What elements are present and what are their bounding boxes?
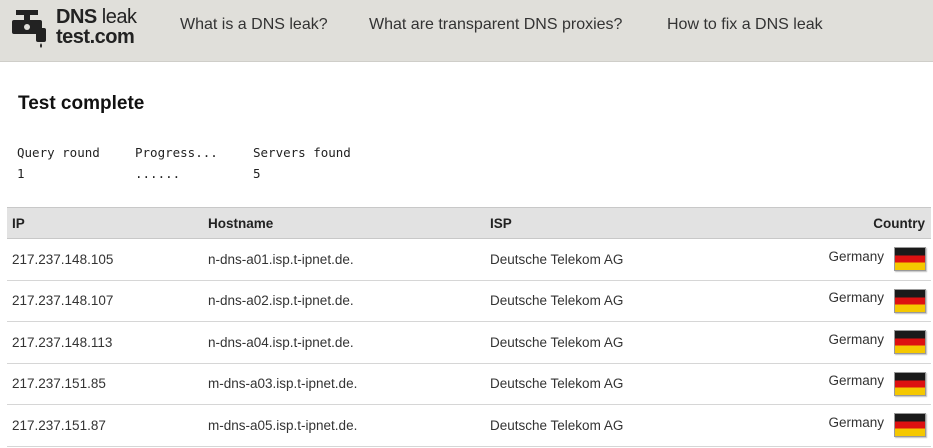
cell-ip: 217.237.148.113 <box>7 321 203 364</box>
cell-ip: 217.237.148.105 <box>7 238 203 281</box>
stat-value: ...... <box>135 166 181 181</box>
cell-country: Germany <box>785 363 931 405</box>
cell-hostname: m-dns-a03.isp.t-ipnet.de. <box>203 363 485 405</box>
table-row: 217.237.148.105 n-dns-a01.isp.t-ipnet.de… <box>7 238 931 281</box>
cell-isp: Deutsche Telekom AG <box>485 404 785 447</box>
germany-flag-icon <box>894 247 926 272</box>
stat-label: Progress... <box>135 145 218 160</box>
results-table: IP Hostname ISP Country 217.237.148.105 … <box>7 207 931 447</box>
cell-hostname: n-dns-a04.isp.t-ipnet.de. <box>203 321 485 364</box>
cell-isp: Deutsche Telekom AG <box>485 363 785 405</box>
cell-country: Germany <box>785 321 931 364</box>
country-name: Germany <box>828 331 884 347</box>
nav-link-transparent-dns-proxies[interactable]: What are transparent DNS proxies? <box>369 16 622 34</box>
cell-country: Germany <box>785 238 931 281</box>
country-name: Germany <box>828 248 884 264</box>
column-header-isp: ISP <box>485 207 785 239</box>
stat-value: 5 <box>253 166 261 181</box>
germany-flag-icon <box>894 330 926 355</box>
cell-ip: 217.237.148.107 <box>7 280 203 322</box>
cell-ip: 217.237.151.85 <box>7 363 203 405</box>
table-row: 217.237.151.87 m-dns-a05.isp.t-ipnet.de.… <box>7 404 931 447</box>
cell-isp: Deutsche Telekom AG <box>485 280 785 322</box>
logo-text-line2: test.com <box>56 26 135 48</box>
page-title: Test complete <box>18 93 145 114</box>
column-header-country: Country <box>785 207 931 239</box>
country-name: Germany <box>828 290 884 306</box>
cell-isp: Deutsche Telekom AG <box>485 238 785 281</box>
cell-country: Germany <box>785 404 931 447</box>
table-row: 217.237.148.107 n-dns-a02.isp.t-ipnet.de… <box>7 280 931 322</box>
site-logo[interactable]: DNS leak test.com <box>12 4 152 50</box>
nav-link-how-to-fix[interactable]: How to fix a DNS leak <box>667 16 823 34</box>
table-row: 217.237.151.85 m-dns-a03.isp.t-ipnet.de.… <box>7 363 931 405</box>
column-header-hostname: Hostname <box>203 207 485 239</box>
country-name: Germany <box>828 373 884 389</box>
cell-isp: Deutsche Telekom AG <box>485 321 785 364</box>
table-row: 217.237.148.113 n-dns-a04.isp.t-ipnet.de… <box>7 321 931 364</box>
country-name: Germany <box>828 414 884 430</box>
nav-link-what-is-dns-leak[interactable]: What is a DNS leak? <box>180 16 328 34</box>
cell-ip: 217.237.151.87 <box>7 404 203 447</box>
stat-label: Servers found <box>253 145 351 160</box>
germany-flag-icon <box>894 371 926 396</box>
germany-flag-icon <box>894 288 926 313</box>
table-header: IP Hostname ISP Country <box>7 207 931 239</box>
site-header: DNS leak test.com What is a DNS leak? Wh… <box>0 0 933 62</box>
germany-flag-icon <box>894 413 926 438</box>
leaking-tap-icon <box>12 10 46 48</box>
stat-label: Query round <box>17 145 100 160</box>
cell-hostname: n-dns-a02.isp.t-ipnet.de. <box>203 280 485 322</box>
cell-hostname: n-dns-a01.isp.t-ipnet.de. <box>203 238 485 281</box>
cell-hostname: m-dns-a05.isp.t-ipnet.de. <box>203 404 485 447</box>
column-header-ip: IP <box>7 207 203 239</box>
cell-country: Germany <box>785 280 931 322</box>
stat-value: 1 <box>17 166 25 181</box>
